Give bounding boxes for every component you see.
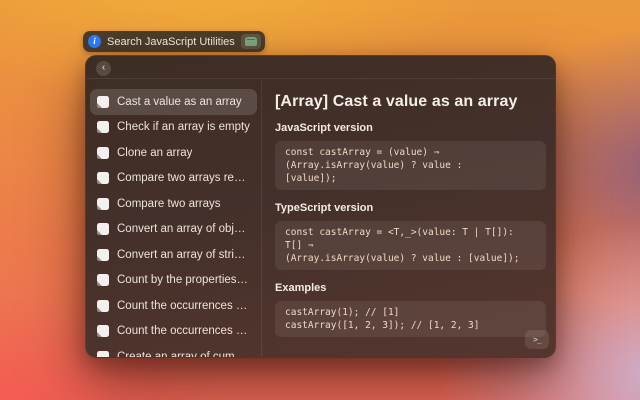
- script-document-icon: [97, 249, 109, 261]
- list-item[interactable]: Compare two arrays: [90, 191, 257, 217]
- list-item[interactable]: Cast a value as an array: [90, 89, 257, 115]
- section-heading: Examples: [275, 282, 546, 294]
- script-document-icon: [97, 198, 109, 210]
- list-item[interactable]: Check if an array is empty: [90, 115, 257, 141]
- terminal-button[interactable]: >_: [525, 330, 549, 349]
- detail-section: JavaScript version const castArray = (va…: [275, 122, 546, 190]
- list-item-label: Convert an array of strings to n...: [117, 249, 250, 261]
- code-block: const castArray = <T,_>(value: T | T[]):…: [275, 221, 546, 270]
- section-heading: TypeScript version: [275, 202, 546, 214]
- script-document-icon: [97, 325, 109, 337]
- list-item[interactable]: Clone an array: [90, 140, 257, 166]
- list-item-label: Convert an array of objects to a...: [117, 223, 250, 235]
- detail-section: Examples castArray(1); // [1] castArray(…: [275, 282, 546, 337]
- status-chip: [241, 34, 261, 49]
- detail-title: [Array] Cast a value as an array: [275, 93, 546, 111]
- list-item-label: Count by the properties of an a...: [117, 274, 250, 286]
- list-item[interactable]: Compare two arrays regardless...: [90, 166, 257, 192]
- script-document-icon: [97, 274, 109, 286]
- list-item-label: Check if an array is empty: [117, 121, 250, 133]
- utility-list: Cast a value as an array Check if an arr…: [86, 80, 262, 357]
- app-window: ‹ Cast a value as an array Check if an a…: [85, 55, 556, 358]
- list-item-label: Create an array of cumulative...: [117, 351, 250, 357]
- script-document-icon: [97, 300, 109, 312]
- list-item[interactable]: Count the occurrences of a val...: [90, 293, 257, 319]
- list-item-label: Cast a value as an array: [117, 96, 242, 108]
- list-item[interactable]: Convert an array of strings to n...: [90, 242, 257, 268]
- list-item[interactable]: Convert an array of objects to a...: [90, 217, 257, 243]
- detail-panel: [Array] Cast a value as an array JavaScr…: [263, 80, 555, 357]
- code-block: const castArray = (value) ⇒ (Array.isArr…: [275, 141, 546, 190]
- list-item-label: Count the occurrences of a val...: [117, 300, 250, 312]
- list-item-label: Compare two arrays regardless...: [117, 172, 250, 184]
- green-kit-icon: [245, 37, 257, 46]
- script-document-icon: [97, 351, 109, 357]
- script-document-icon: [97, 172, 109, 184]
- list-item[interactable]: Create an array of cumulative...: [90, 344, 257, 357]
- script-document-icon: [97, 121, 109, 133]
- search-tooltip[interactable]: i Search JavaScript Utilities: [83, 31, 265, 52]
- tooltip-label: Search JavaScript Utilities: [107, 36, 235, 48]
- window-header: ‹: [86, 56, 555, 79]
- detail-section: TypeScript version const castArray = <T,…: [275, 202, 546, 270]
- code-block: castArray(1); // [1] castArray([1, 2, 3]…: [275, 301, 546, 337]
- back-button[interactable]: ‹: [96, 61, 111, 76]
- info-icon: i: [88, 35, 101, 48]
- list-item-label: Clone an array: [117, 147, 192, 159]
- list-item-label: Count the occurrences of array...: [117, 325, 250, 337]
- script-document-icon: [97, 223, 109, 235]
- list-item[interactable]: Count by the properties of an a...: [90, 268, 257, 294]
- section-heading: JavaScript version: [275, 122, 546, 134]
- detail-sections: JavaScript version const castArray = (va…: [275, 122, 546, 337]
- list-item-label: Compare two arrays: [117, 198, 221, 210]
- script-document-icon: [97, 96, 109, 108]
- list-item[interactable]: Count the occurrences of array...: [90, 319, 257, 345]
- script-document-icon: [97, 147, 109, 159]
